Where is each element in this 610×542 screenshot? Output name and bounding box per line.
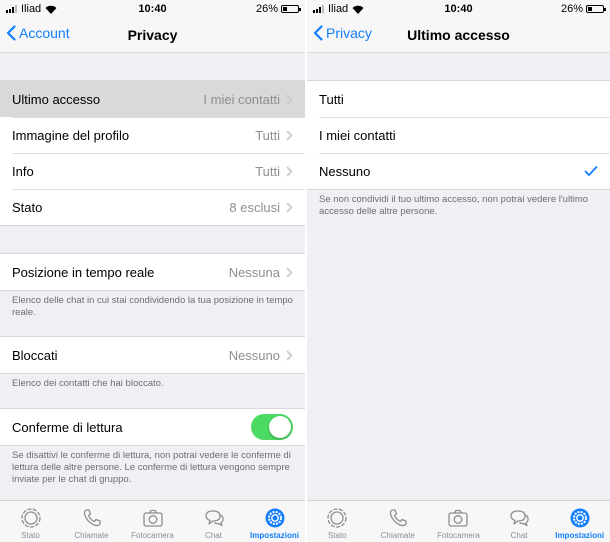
live-location-group: Posizione in tempo reale Nessuna: [0, 253, 305, 291]
tab-label: Chat: [510, 531, 528, 540]
tab-label: Chat: [205, 531, 222, 540]
tab-calls[interactable]: Chiamate: [368, 501, 429, 542]
battery-status: 26%: [255, 3, 301, 15]
row-value: Nessuno: [228, 347, 280, 363]
battery-percent: 26%: [560, 3, 583, 15]
page-title: Privacy: [127, 27, 178, 43]
row-label: Conferme di lettura: [12, 419, 123, 435]
row-profile-photo[interactable]: Immagine del profilo Tutti: [0, 117, 305, 153]
row-value: I miei contatti: [203, 91, 280, 107]
tab-label: Impostazioni: [250, 531, 299, 540]
live-location-footer: Elenco delle chat in cui stai condividen…: [12, 295, 293, 318]
status-icon: [327, 508, 347, 528]
camera-icon: [142, 509, 163, 527]
last-seen-screen: Iliad 10:40 26% Privacy Ultimo accesso T…: [307, 0, 610, 542]
phone-icon: [389, 509, 407, 527]
tab-camera[interactable]: Fotocamera: [122, 501, 183, 542]
tab-settings[interactable]: Impostazioni: [549, 501, 610, 542]
option-label: Nessuno: [319, 163, 371, 179]
privacy-screen: Iliad 10:40 26% Account Privacy Ultimo a…: [0, 0, 305, 542]
chat-bubbles-icon: [204, 510, 224, 527]
last-seen-options-group: Tutti I miei contatti Nessuno: [307, 80, 610, 190]
row-label: Stato: [12, 199, 43, 215]
battery-icon: [586, 5, 606, 13]
row-label: Bloccati: [12, 347, 58, 363]
chevron-right-icon: [286, 201, 293, 213]
battery-icon: [281, 5, 301, 13]
visibility-settings-group: Ultimo accesso I miei contatti Immagine …: [0, 80, 305, 226]
tab-status[interactable]: Stato: [307, 501, 368, 542]
row-info[interactable]: Info Tutti: [0, 153, 305, 189]
tab-bar: Stato Chiamate Fotocamera Chat Impostazi…: [0, 500, 305, 542]
tab-camera[interactable]: Fotocamera: [428, 501, 489, 542]
camera-icon: [448, 509, 469, 527]
option-everyone[interactable]: Tutti: [307, 81, 610, 117]
blocked-group: Bloccati Nessuno: [0, 336, 305, 374]
row-value: 8 esclusi: [229, 199, 280, 215]
blocked-footer: Elenco dei contatti che hai bloccato.: [12, 378, 164, 389]
row-read-receipts: Conferme di lettura: [0, 409, 305, 445]
chevron-right-icon: [286, 129, 293, 141]
navigation-bar: Privacy Ultimo accesso: [307, 18, 610, 53]
tab-calls[interactable]: Chiamate: [61, 501, 122, 542]
chevron-right-icon: [286, 266, 293, 278]
row-label: Posizione in tempo reale: [12, 264, 155, 280]
status-icon: [20, 508, 41, 528]
row-label: Info: [12, 163, 34, 179]
row-value: Tutti: [255, 127, 280, 143]
tab-label: Fotocamera: [131, 531, 174, 540]
tab-label: Fotocamera: [437, 531, 480, 540]
tab-label: Stato: [327, 531, 347, 540]
row-last-seen[interactable]: Ultimo accesso I miei contatti: [0, 81, 305, 117]
chevron-right-icon: [286, 349, 293, 361]
page-title: Ultimo accesso: [407, 27, 510, 43]
battery-percent: 26%: [255, 3, 278, 15]
tab-label: Chiamate: [380, 531, 416, 540]
option-label: I miei contatti: [319, 127, 396, 143]
battery-status: 26%: [560, 3, 606, 15]
option-nobody[interactable]: Nessuno: [307, 153, 610, 189]
read-receipts-footer: Se disattivi le conferme di lettura, non…: [12, 450, 291, 485]
navigation-bar: Account Privacy: [0, 18, 305, 53]
read-receipts-group: Conferme di lettura: [0, 408, 305, 446]
tab-chats[interactable]: Chat: [489, 501, 550, 542]
status-bar: Iliad 10:40 26%: [0, 0, 305, 18]
gear-icon: [265, 508, 284, 528]
option-label: Tutti: [319, 91, 344, 107]
status-bar: Iliad 10:40 26%: [307, 0, 610, 18]
row-blocked[interactable]: Bloccati Nessuno: [0, 337, 305, 373]
row-label: Ultimo accesso: [12, 91, 101, 107]
row-value: Nessuna: [228, 264, 280, 280]
option-my-contacts[interactable]: I miei contatti: [307, 117, 610, 153]
tab-label: Impostazioni: [555, 531, 605, 540]
tab-chats[interactable]: Chat: [183, 501, 244, 542]
tab-bar: Stato Chiamate Fotocamera Chat Impostazi…: [307, 500, 610, 542]
last-seen-footer: Se non condividi il tuo ultimo accesso, …: [319, 194, 589, 217]
phone-icon: [83, 509, 101, 527]
checkmark-icon: [584, 166, 598, 176]
read-receipts-toggle[interactable]: [251, 414, 293, 440]
row-status[interactable]: Stato 8 esclusi: [0, 189, 305, 225]
row-label: Immagine del profilo: [12, 127, 130, 143]
row-value: Tutti: [255, 163, 280, 179]
tab-status[interactable]: Stato: [0, 501, 61, 542]
gear-icon: [570, 508, 590, 528]
tab-settings[interactable]: Impostazioni: [244, 501, 305, 542]
chat-bubbles-icon: [510, 510, 529, 527]
chevron-right-icon: [286, 93, 293, 105]
chevron-right-icon: [286, 165, 293, 177]
tab-label: Chiamate: [74, 531, 109, 540]
tab-label: Stato: [21, 531, 40, 540]
row-live-location[interactable]: Posizione in tempo reale Nessuna: [0, 254, 305, 290]
